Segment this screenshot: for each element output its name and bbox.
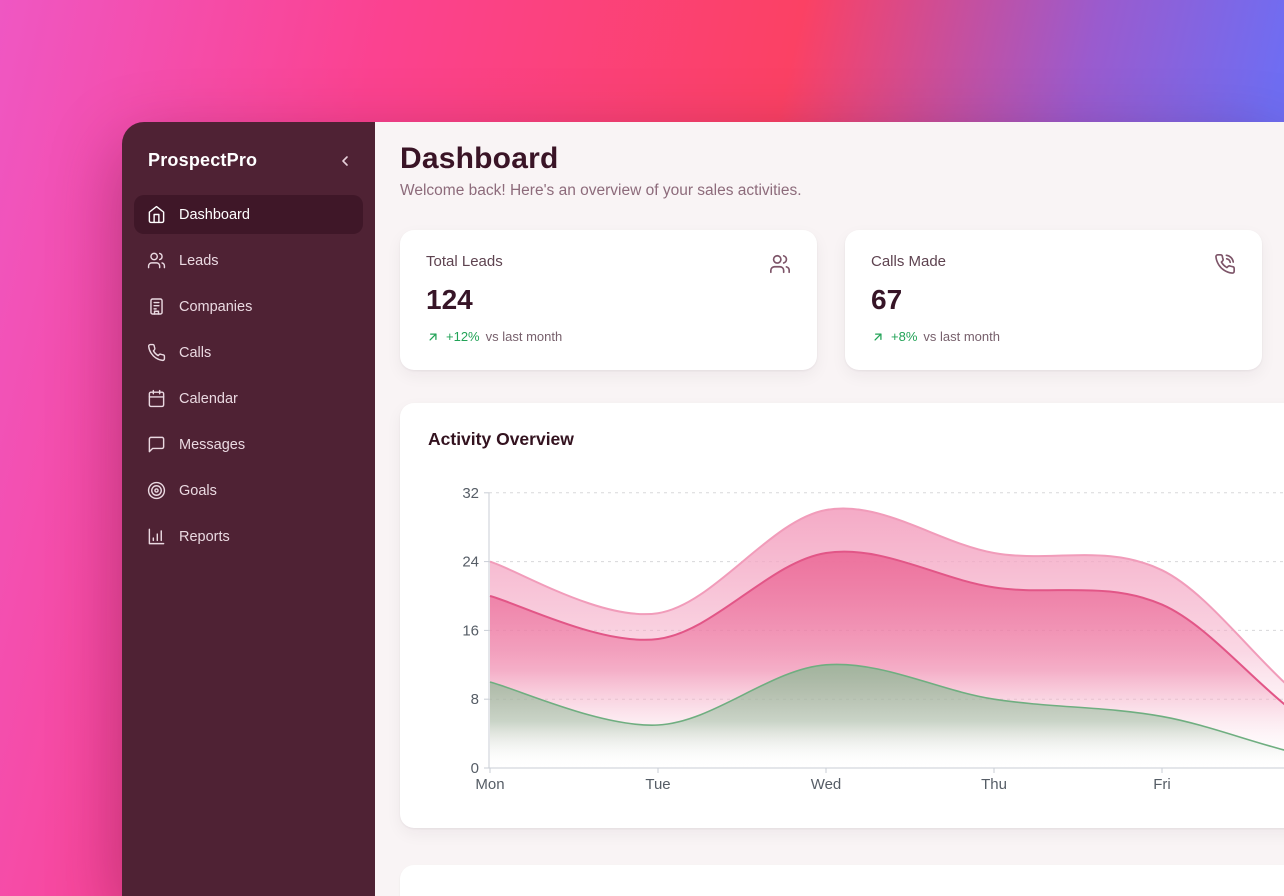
sidebar-collapse-button[interactable] (335, 151, 355, 171)
users-icon (147, 251, 166, 270)
sidebar-item-dashboard[interactable]: Dashboard (134, 195, 363, 234)
stat-trend: +8% vs last month (871, 329, 1236, 344)
app-logo: ProspectPro (148, 150, 257, 171)
partial-card (400, 865, 1284, 896)
chevron-left-icon (337, 153, 353, 169)
sidebar-item-label: Companies (179, 299, 252, 315)
sidebar: ProspectPro Dashboard Leads (122, 122, 375, 896)
phone-icon (147, 343, 166, 362)
sidebar-item-leads[interactable]: Leads (134, 241, 363, 280)
svg-text:8: 8 (471, 691, 479, 708)
building-icon (147, 297, 166, 316)
trend-percent: +12% (446, 329, 480, 344)
sidebar-item-label: Goals (179, 483, 217, 499)
stats-row: Total Leads 124 +12% vs last month Calls (400, 230, 1284, 370)
stat-card-total-leads: Total Leads 124 +12% vs last month (400, 230, 817, 370)
chart-y-axis-labels: 0 8 16 24 32 (462, 485, 479, 777)
stat-label: Total Leads (426, 253, 503, 270)
sidebar-item-reports[interactable]: Reports (134, 517, 363, 556)
svg-text:24: 24 (462, 554, 479, 571)
svg-text:16: 16 (462, 622, 479, 639)
svg-text:Mon: Mon (475, 776, 504, 793)
activity-chart-canvas: 08162432MonTueWedThuFriSatSun (400, 472, 1284, 802)
svg-text:Wed: Wed (811, 776, 842, 793)
home-icon (147, 205, 166, 224)
sidebar-item-calls[interactable]: Calls (134, 333, 363, 372)
stat-trend: +12% vs last month (426, 329, 791, 344)
sidebar-item-label: Reports (179, 529, 230, 545)
stat-label: Calls Made (871, 253, 946, 270)
trend-suffix: vs last month (923, 329, 1000, 344)
sidebar-item-label: Leads (179, 253, 219, 269)
sidebar-header: ProspectPro (134, 140, 363, 195)
sidebar-item-goals[interactable]: Goals (134, 471, 363, 510)
arrow-up-right-icon (426, 330, 440, 344)
sidebar-item-label: Messages (179, 437, 245, 453)
trend-suffix: vs last month (486, 329, 563, 344)
page-subtitle: Welcome back! Here's an overview of your… (400, 182, 1284, 200)
svg-text:Tue: Tue (645, 776, 670, 793)
stat-value: 124 (426, 284, 791, 316)
phone-call-icon (1214, 253, 1236, 275)
svg-text:0: 0 (471, 760, 479, 777)
sidebar-item-label: Calendar (179, 391, 238, 407)
app-window: ProspectPro Dashboard Leads (122, 122, 1284, 896)
activity-chart: 08162432MonTueWedThuFriSatSun (400, 472, 1284, 802)
sidebar-item-calendar[interactable]: Calendar (134, 379, 363, 418)
stat-value: 67 (871, 284, 1236, 316)
sidebar-nav: Dashboard Leads Companies Calls (134, 195, 363, 556)
stat-card-calls-made: Calls Made 67 +8% vs last month (845, 230, 1262, 370)
bar-chart-icon (147, 527, 166, 546)
sidebar-item-label: Calls (179, 345, 211, 361)
svg-text:32: 32 (462, 485, 479, 502)
sidebar-item-companies[interactable]: Companies (134, 287, 363, 326)
chart-title: Activity Overview (428, 429, 1284, 450)
sidebar-item-label: Dashboard (179, 207, 250, 223)
calendar-icon (147, 389, 166, 408)
activity-overview-card: Activity Overview 0 8 16 24 32 Mon Tue Wed Thu Fr… (400, 403, 1284, 828)
message-icon (147, 435, 166, 454)
users-icon (769, 253, 791, 275)
gradient-backdrop: { "app": { "brand": "ProspectPro" }, "si… (0, 0, 1284, 896)
svg-text:Thu: Thu (981, 776, 1007, 793)
trend-percent: +8% (891, 329, 917, 344)
svg-text:Fri: Fri (1153, 776, 1171, 793)
target-icon (147, 481, 166, 500)
chart-x-axis-labels: MonTueWedThuFriSatSun (475, 776, 1284, 793)
arrow-up-right-icon (871, 330, 885, 344)
main-content: Dashboard Welcome back! Here's an overvi… (375, 122, 1284, 896)
page-title: Dashboard (400, 142, 1284, 176)
sidebar-item-messages[interactable]: Messages (134, 425, 363, 464)
